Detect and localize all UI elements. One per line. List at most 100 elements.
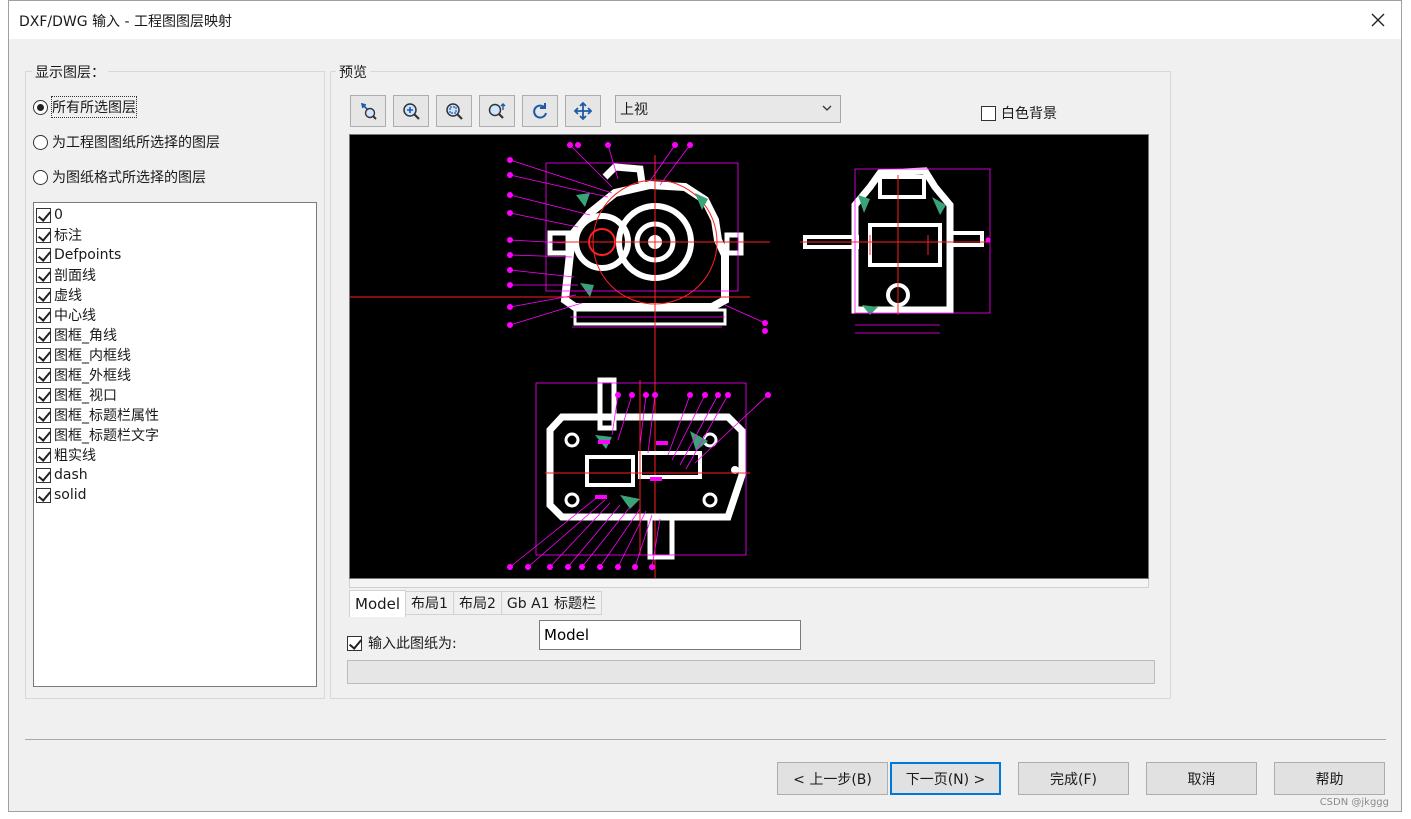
finish-button[interactable]: 完成(F) [1018,762,1129,795]
layer-name: 图框_标题栏属性 [54,408,159,424]
layer-checkbox[interactable] [36,347,51,363]
layer-name: dash [54,467,88,483]
radio-button[interactable] [33,99,48,115]
layer-checkbox[interactable] [36,427,51,443]
separator [25,739,1386,740]
radio-label: 为图纸格式所选择的图层 [52,170,206,186]
zoom-dynamic-button[interactable] [479,95,515,127]
layer-name: 图框_外框线 [54,368,131,384]
layer-checkbox[interactable] [36,487,51,503]
layer-name: 图框_视口 [54,388,117,404]
layer-name: 剖面线 [54,268,96,284]
layer-item[interactable]: 中心线 [34,305,316,325]
layer-checkbox[interactable] [36,227,51,243]
layer-name: 0 [54,207,63,223]
view-orientation-select[interactable]: 上视 [615,95,841,123]
layer-checkbox[interactable] [36,287,51,303]
radio-all-layers[interactable]: 所有所选图层 [33,96,137,118]
layer-item[interactable]: solid [34,485,316,505]
cad-drawing [350,142,991,578]
layer-checkbox[interactable] [36,447,51,463]
layer-name: 图框_标题栏文字 [54,428,159,444]
layer-checkbox[interactable] [36,407,51,423]
title-bar: DXF/DWG 输入 - 工程图图层映射 [9,1,1401,39]
layer-checkbox[interactable] [36,207,51,223]
layer-item[interactable]: 图框_外框线 [34,365,316,385]
layer-checkbox[interactable] [36,467,51,483]
dxf-preview-canvas[interactable] [349,134,1149,579]
white-background-label: 白色背景 [1001,106,1057,122]
progress-bar [347,660,1155,684]
preview-horizontal-scrollbar[interactable] [349,579,1149,588]
sheet-name-input[interactable] [539,620,801,650]
layer-item[interactable]: 图框_标题栏属性 [34,405,316,425]
close-button[interactable] [1363,5,1393,35]
layer-item[interactable]: Defpoints [34,245,316,265]
zoom-window-icon [446,103,463,120]
layer-list[interactable]: 0 标注 Defpoints 剖面线 虚线 中心线 图框_角线 图框_内框线 图框_外框线 图框_… [33,202,317,687]
checkbox[interactable] [347,635,362,651]
radio-button[interactable] [33,169,48,185]
checkbox[interactable] [981,105,996,121]
radio-button[interactable] [33,134,48,150]
import-sheet-checkbox[interactable]: 输入此图纸为: [347,633,457,653]
layer-item[interactable]: dash [34,465,316,485]
layer-item[interactable]: 图框_标题栏文字 [34,425,316,445]
tab-3[interactable]: Gb A1 标题栏 [501,591,603,615]
tab-1[interactable]: 布局1 [406,591,454,615]
layer-name: 中心线 [54,308,96,324]
layer-checkbox[interactable] [36,387,51,403]
radio-drawing-sheet-layers[interactable]: 为工程图图纸所选择的图层 [33,131,220,153]
layer-checkbox[interactable] [36,307,51,323]
chevron-down-icon [822,105,832,111]
layer-checkbox[interactable] [36,367,51,383]
preview-group-label: 预览 [336,62,370,82]
layer-name: 标注 [54,228,82,244]
back-button[interactable]: < 上一步(B) [777,762,888,795]
next-button[interactable]: 下一页(N) > [890,762,1001,795]
zoom-in-icon [403,103,420,120]
help-button[interactable]: 帮助 [1274,762,1385,795]
layers-group-label: 显示图层： [32,62,108,82]
layer-item[interactable]: 图框_内框线 [34,345,316,365]
layer-checkbox[interactable] [36,327,51,343]
layer-item[interactable]: 虚线 [34,285,316,305]
cancel-button[interactable]: 取消 [1146,762,1257,795]
layer-item[interactable]: 0 [34,205,316,225]
zoom-dynamic-icon [488,103,506,119]
layer-name: 图框_角线 [54,328,117,344]
layer-item[interactable]: 图框_视口 [34,385,316,405]
pan-button[interactable] [565,95,601,127]
radio-sheet-format-layers[interactable]: 为图纸格式所选择的图层 [33,166,206,188]
top-view [507,377,771,570]
layer-name: 粗实线 [54,448,96,464]
zoom-window-button[interactable] [436,95,472,127]
layer-item[interactable]: 标注 [34,225,316,245]
layout-tabs: Model 布局1 布局2 Gb A1 标题栏 [349,590,603,617]
layer-name: Defpoints [54,247,122,263]
pan-icon [573,101,593,121]
zoom-to-fit-icon [360,102,377,120]
radio-label: 所有所选图层 [51,96,137,118]
dialog-title: DXF/DWG 输入 - 工程图图层映射 [19,14,233,30]
refresh-button[interactable] [522,95,558,127]
import-sheet-label: 输入此图纸为: [368,636,457,652]
layer-item[interactable]: 粗实线 [34,445,316,465]
zoom-in-button[interactable] [393,95,429,127]
layer-name: 虚线 [54,288,82,304]
close-icon [1371,13,1385,27]
radio-label: 为工程图图纸所选择的图层 [52,135,220,151]
layer-item[interactable]: 图框_角线 [34,325,316,345]
watermark: CSDN @jkggg [1319,797,1389,808]
layer-item[interactable]: 剖面线 [34,265,316,285]
tab-2[interactable]: 布局2 [453,591,502,615]
layer-checkbox[interactable] [36,267,51,283]
refresh-icon [533,103,547,119]
tab-0[interactable]: Model [349,590,407,617]
zoom-to-fit-button[interactable] [350,95,386,127]
view-select-value: 上视 [620,102,648,118]
white-background-checkbox[interactable]: 白色背景 [981,103,1057,123]
layer-checkbox[interactable] [36,247,51,263]
side-view [800,167,991,334]
layer-mapping-dialog: DXF/DWG 输入 - 工程图图层映射 显示图层： 所有所选图层 为工程图图纸… [8,0,1402,812]
